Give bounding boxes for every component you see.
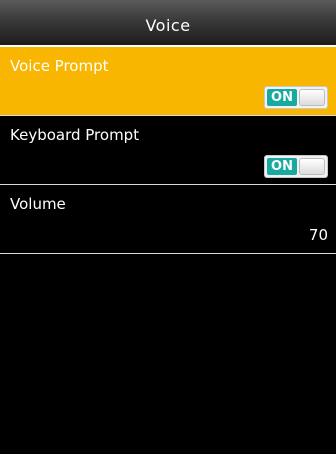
voice-settings-screen: Voice Voice Prompt ON Keyboard Prompt ON… — [0, 0, 336, 454]
volume-value: 70 — [308, 226, 328, 244]
setting-row-keyboard-prompt[interactable]: Keyboard Prompt ON — [0, 116, 336, 185]
toggle-state-label: ON — [267, 89, 297, 106]
setting-label-voice-prompt: Voice Prompt — [10, 57, 109, 75]
toggle-knob — [299, 89, 325, 106]
setting-label-volume: Volume — [10, 195, 66, 213]
setting-row-volume[interactable]: Volume 70 — [0, 185, 336, 254]
setting-label-keyboard-prompt: Keyboard Prompt — [10, 126, 140, 144]
title-bar: Voice — [0, 0, 336, 47]
voice-prompt-toggle[interactable]: ON — [264, 86, 328, 109]
setting-row-voice-prompt[interactable]: Voice Prompt ON — [0, 47, 336, 116]
toggle-state-label: ON — [267, 158, 297, 175]
page-title: Voice — [145, 16, 191, 35]
keyboard-prompt-toggle[interactable]: ON — [264, 155, 328, 178]
toggle-knob — [299, 158, 325, 175]
